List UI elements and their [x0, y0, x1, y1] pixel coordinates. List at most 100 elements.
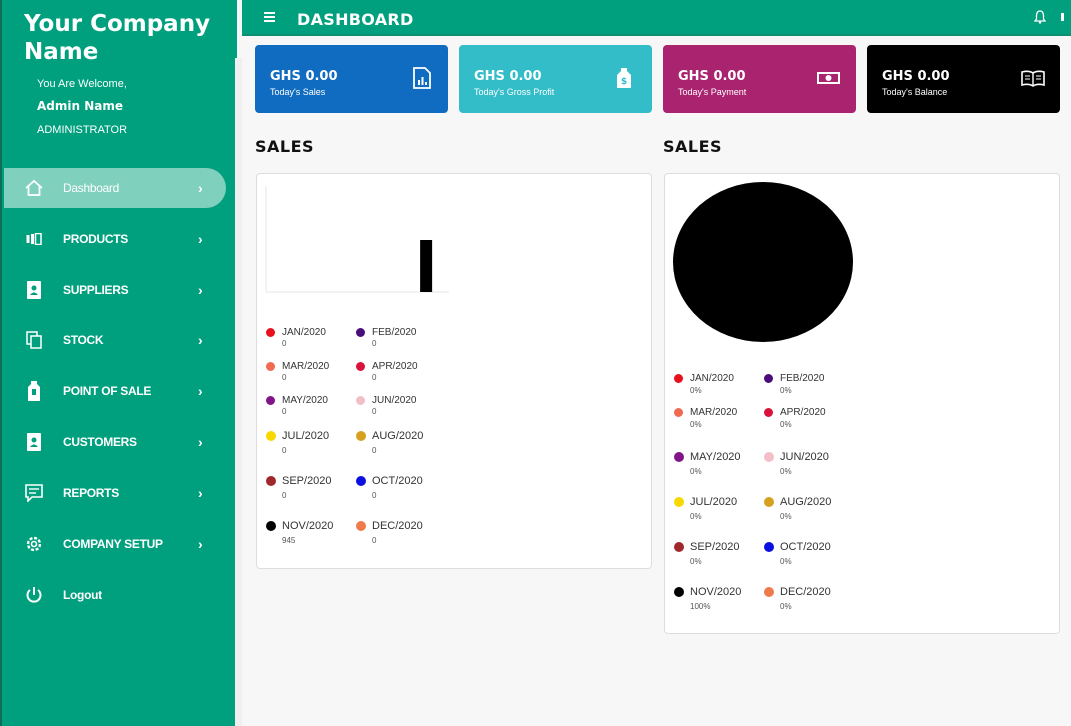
legend-dot [356, 521, 366, 531]
sidebar-item-products[interactable]: PRODUCTS › [4, 219, 226, 259]
stock-icon [24, 330, 44, 350]
admin-name: Admin Name [37, 99, 123, 113]
legend-label: FEB/2020 [780, 373, 825, 384]
sidebar-scrollbar[interactable] [235, 58, 242, 726]
legend-label: AUG/2020 [780, 496, 832, 508]
card-label: Today's Sales [270, 87, 326, 97]
legend-value: 0% [780, 512, 792, 521]
legend-value: 945 [282, 536, 296, 545]
card-todays-gross-profit[interactable]: GHS 0.00 Today's Gross Profit $ [459, 45, 652, 113]
chevron-right-icon: › [198, 383, 203, 399]
chevron-right-icon: › [198, 536, 203, 552]
card-amount: GHS 0.00 [474, 69, 542, 84]
legend-value: 0 [372, 536, 377, 545]
sidebar-item-logout[interactable]: Logout [4, 575, 226, 615]
sidebar-item-label: REPORTS [63, 486, 119, 500]
bell-icon[interactable] [1033, 10, 1047, 24]
legend-label: AUG/2020 [372, 430, 424, 442]
legend-dot [764, 497, 774, 507]
top-bar: DASHBOARD [242, 0, 1071, 36]
legend-value: 0% [780, 386, 792, 395]
legend-value: 0% [690, 467, 702, 476]
legend-value: 0 [372, 373, 377, 382]
legend-label: JAN/2020 [690, 373, 734, 384]
pie-slice-nov-2020[interactable] [673, 182, 853, 342]
sales-bar-chart [265, 186, 449, 293]
hamburger-menu-icon[interactable] [264, 12, 275, 22]
legend-dot [356, 362, 365, 371]
legend-label: OCT/2020 [372, 475, 423, 487]
legend-dot [356, 328, 365, 337]
sidebar-item-suppliers[interactable]: SUPPLIERS › [4, 270, 226, 310]
legend-label: NOV/2020 [690, 586, 742, 598]
legend-label: FEB/2020 [372, 327, 417, 338]
legend-value: 0 [282, 373, 287, 382]
gear-icon [24, 534, 44, 554]
card-todays-sales[interactable]: GHS 0.00 Today's Sales [255, 45, 448, 113]
chevron-right-icon: › [198, 485, 203, 501]
legend-value: 0 [282, 407, 287, 416]
sidebar-item-dashboard[interactable]: Dashboard › [4, 168, 226, 208]
page-title: DASHBOARD [297, 10, 414, 29]
admin-role: ADMINISTRATOR [37, 124, 128, 136]
legend-dot [266, 328, 275, 337]
sidebar-item-label: Logout [63, 588, 102, 602]
legend-value: 0% [780, 420, 792, 429]
card-label: Today's Gross Profit [474, 87, 555, 97]
legend-dot [674, 542, 684, 552]
card-todays-balance[interactable]: GHS 0.00 Today's Balance [867, 45, 1060, 113]
legend-value: 0% [780, 557, 792, 566]
legend-value: 0 [372, 339, 377, 348]
sales-bar-panel: JAN/2020 0 FEB/2020 0 MAR/2020 0 APR/2020 0 MAY/… [256, 173, 652, 569]
sidebar-item-reports[interactable]: REPORTS › [4, 473, 226, 513]
legend-label: NOV/2020 [282, 520, 334, 532]
legend-value: 0% [780, 467, 792, 476]
legend-dot [266, 521, 276, 531]
legend-dot [266, 476, 276, 486]
sidebar-item-stock[interactable]: STOCK › [4, 320, 226, 360]
legend-dot [674, 452, 684, 462]
legend-value: 100% [690, 602, 711, 611]
legend-label: JUN/2020 [372, 395, 417, 406]
sidebar-item-label: PRODUCTS [63, 232, 128, 246]
legend-value: 0% [690, 420, 702, 429]
legend-dot [266, 431, 276, 441]
bar-nov-2020[interactable] [420, 240, 433, 292]
legend-value: 0 [282, 491, 287, 500]
legend-label: SEP/2020 [690, 541, 740, 553]
sidebar-item-point-of-sale[interactable]: POINT OF SALE › [4, 371, 226, 411]
card-amount: GHS 0.00 [678, 69, 746, 84]
legend-dot [674, 587, 684, 597]
home-icon [24, 178, 44, 198]
legend-label: MAY/2020 [690, 451, 741, 463]
chevron-right-icon: › [198, 180, 203, 196]
chevron-right-icon: › [198, 231, 203, 247]
legend-label: OCT/2020 [780, 541, 831, 553]
legend-dot [764, 587, 774, 597]
legend-value: 0 [372, 446, 377, 455]
sales-bar-title: SALES [255, 137, 315, 156]
sales-pie-panel: JAN/2020 0% FEB/2020 0% MAR/2020 0% APR/2020 0%… [664, 173, 1060, 634]
legend-dot [266, 362, 275, 371]
chevron-right-icon: › [198, 332, 203, 348]
sidebar-item-label: CUSTOMERS [63, 435, 137, 449]
more-options-icon[interactable] [1061, 13, 1064, 21]
legend-label: JUN/2020 [780, 451, 829, 463]
sales-pie-title: SALES [663, 137, 723, 156]
legend-value: 0% [690, 386, 702, 395]
sidebar-item-company-setup[interactable]: COMPANY SETUP › [4, 524, 226, 564]
legend-label: MAY/2020 [282, 395, 328, 406]
customers-icon [24, 432, 44, 452]
legend-dot [674, 408, 683, 417]
legend-label: JUL/2020 [690, 496, 738, 508]
sidebar-item-label: POINT OF SALE [63, 384, 152, 398]
legend-dot [764, 542, 774, 552]
legend-label: JUL/2020 [282, 430, 330, 442]
card-todays-payment[interactable]: GHS 0.00 Today's Payment [663, 45, 856, 113]
legend-dot [356, 396, 365, 405]
chevron-right-icon: › [198, 282, 203, 298]
legend-label: DEC/2020 [372, 520, 423, 532]
legend-dot [674, 374, 683, 383]
book-icon [1021, 69, 1045, 93]
sidebar-item-customers[interactable]: CUSTOMERS › [4, 422, 226, 462]
